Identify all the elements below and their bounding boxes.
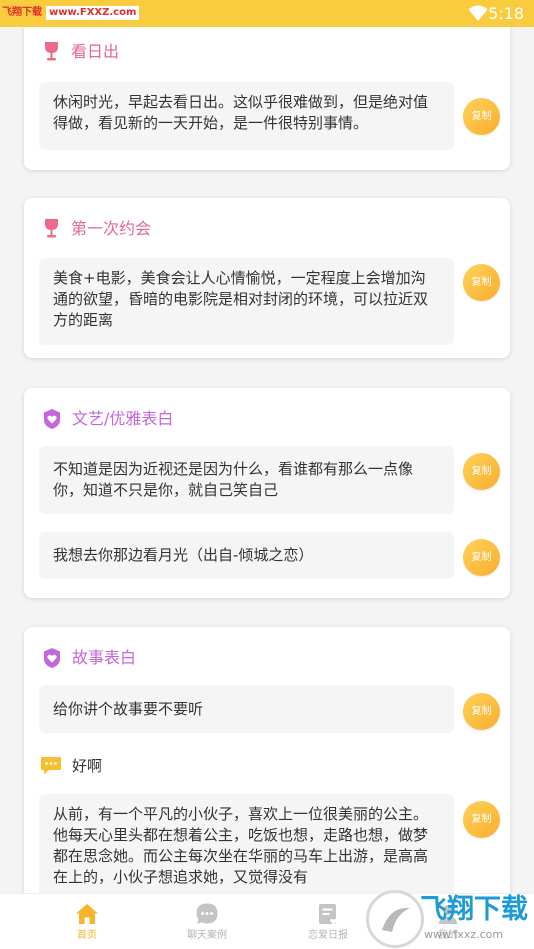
chat-bubble-icon — [41, 757, 61, 775]
copy-button[interactable]: 复制 — [463, 264, 500, 301]
phrase-text: 不知道是因为近视还是因为什么，看谁都有那么一点像你，知道不只是你，就自己笑自己 — [53, 460, 414, 499]
tab-home[interactable]: 首页 — [37, 894, 137, 949]
phrase-bubble: 我想去你那边看月光（出自-倾城之恋） — [39, 532, 454, 579]
watermark-text: 飞翔下载 www.FXXZ.com — [2, 6, 140, 20]
phrase-bubble: 给你讲个故事要不要听 — [39, 685, 454, 733]
logo-swoosh-icon — [382, 907, 410, 932]
tab-label: 聊天案例 — [187, 930, 227, 941]
chat-icon — [196, 903, 218, 924]
logo-name: 飞翔下载 — [420, 894, 528, 925]
status-time: 5:18 — [488, 4, 524, 23]
logo-url: www.fxxz.com — [424, 928, 504, 941]
reply-text: 好啊 — [72, 757, 103, 775]
wine-glass-icon — [45, 219, 58, 238]
card-header: 故事表白 — [42, 647, 136, 669]
card-artistic-confession: 文艺/优雅表白 不知道是因为近视还是因为什么，看谁都有那么一点像你，知道不只是你… — [24, 388, 510, 598]
copy-button[interactable]: 复制 — [463, 539, 500, 576]
card-story-confession: 故事表白 给你讲个故事要不要听 复制 好啊 从前，有一个平凡的小伙子，喜欢上一位… — [24, 627, 510, 893]
wine-glass-icon — [45, 42, 58, 61]
card-title: 故事表白 — [72, 648, 137, 667]
phrase-text: 给你讲个故事要不要听 — [53, 699, 204, 718]
tab-chat-cases[interactable]: 聊天案例 — [157, 894, 257, 949]
phrase-text: 美食+电影，美食会让人心情愉悦，一定程度上会增加沟通的欲望，昏暗的电影院是相对封… — [53, 269, 429, 329]
main-content[interactable]: 看日出 休闲时光，早起去看日出。这似乎很难做到，但是绝对值得做，看见新的一天开始… — [0, 27, 534, 893]
copy-button[interactable]: 复制 — [463, 801, 500, 838]
watermark-url: www.FXXZ.com — [46, 6, 140, 20]
copy-button[interactable]: 复制 — [463, 98, 500, 135]
wifi-icon — [468, 5, 488, 21]
phrase-text: 我想去你那边看月光（出自-倾城之恋） — [53, 546, 314, 564]
daily-report-icon — [319, 904, 337, 925]
tab-label: 恋爱日报 — [308, 930, 348, 941]
card-header: 第一次约会 — [42, 218, 151, 239]
phrase-text: 从前，有一个平凡的小伙子，喜欢上一位很美丽的公主。他每天心里头都在想着公主，吃饭… — [53, 805, 429, 886]
card-title: 文艺/优雅表白 — [72, 409, 174, 428]
card-header: 看日出 — [42, 41, 119, 62]
tab-love-daily[interactable]: 恋爱日报 — [278, 894, 378, 949]
home-icon — [76, 904, 98, 924]
card-header: 文艺/优雅表白 — [42, 408, 173, 430]
card-sunrise: 看日出 休闲时光，早起去看日出。这似乎很难做到，但是绝对值得做，看见新的一天开始… — [24, 27, 510, 170]
phrase-text: 休闲时光，早起去看日出。这似乎很难做到，但是绝对值得做，看见新的一天开始，是一件… — [53, 93, 429, 132]
phrase-bubble: 不知道是因为近视还是因为什么，看谁都有那么一点像你，知道不只是你，就自己笑自己 — [39, 446, 454, 514]
copy-button[interactable]: 复制 — [463, 693, 500, 730]
reply-row: 好啊 — [40, 756, 102, 776]
card-first-date: 第一次约会 美食+电影，美食会让人心情愉悦，一定程度上会增加沟通的欲望，昏暗的电… — [24, 198, 510, 358]
phrase-bubble: 美食+电影，美食会让人心情愉悦，一定程度上会增加沟通的欲望，昏暗的电影院是相对封… — [39, 258, 454, 345]
phrase-bubble: 休闲时光，早起去看日出。这似乎很难做到，但是绝对值得做，看见新的一天开始，是一件… — [39, 82, 454, 150]
card-title: 第一次约会 — [71, 218, 152, 238]
card-title: 看日出 — [71, 41, 120, 61]
watermark-site-name: 飞翔下载 — [2, 7, 42, 18]
phrase-bubble: 从前，有一个平凡的小伙子，喜欢上一位很美丽的公主。他每天心里头都在想着公主，吃饭… — [39, 794, 454, 893]
tab-label: 首页 — [77, 930, 97, 941]
heart-badge-icon — [44, 409, 60, 429]
site-watermark-logo: 飞翔下载 www.fxxz.com — [366, 888, 534, 949]
status-bar: 飞翔下载 www.FXXZ.com 5:18 — [0, 0, 534, 27]
copy-button[interactable]: 复制 — [463, 453, 500, 490]
heart-badge-icon — [44, 648, 60, 668]
